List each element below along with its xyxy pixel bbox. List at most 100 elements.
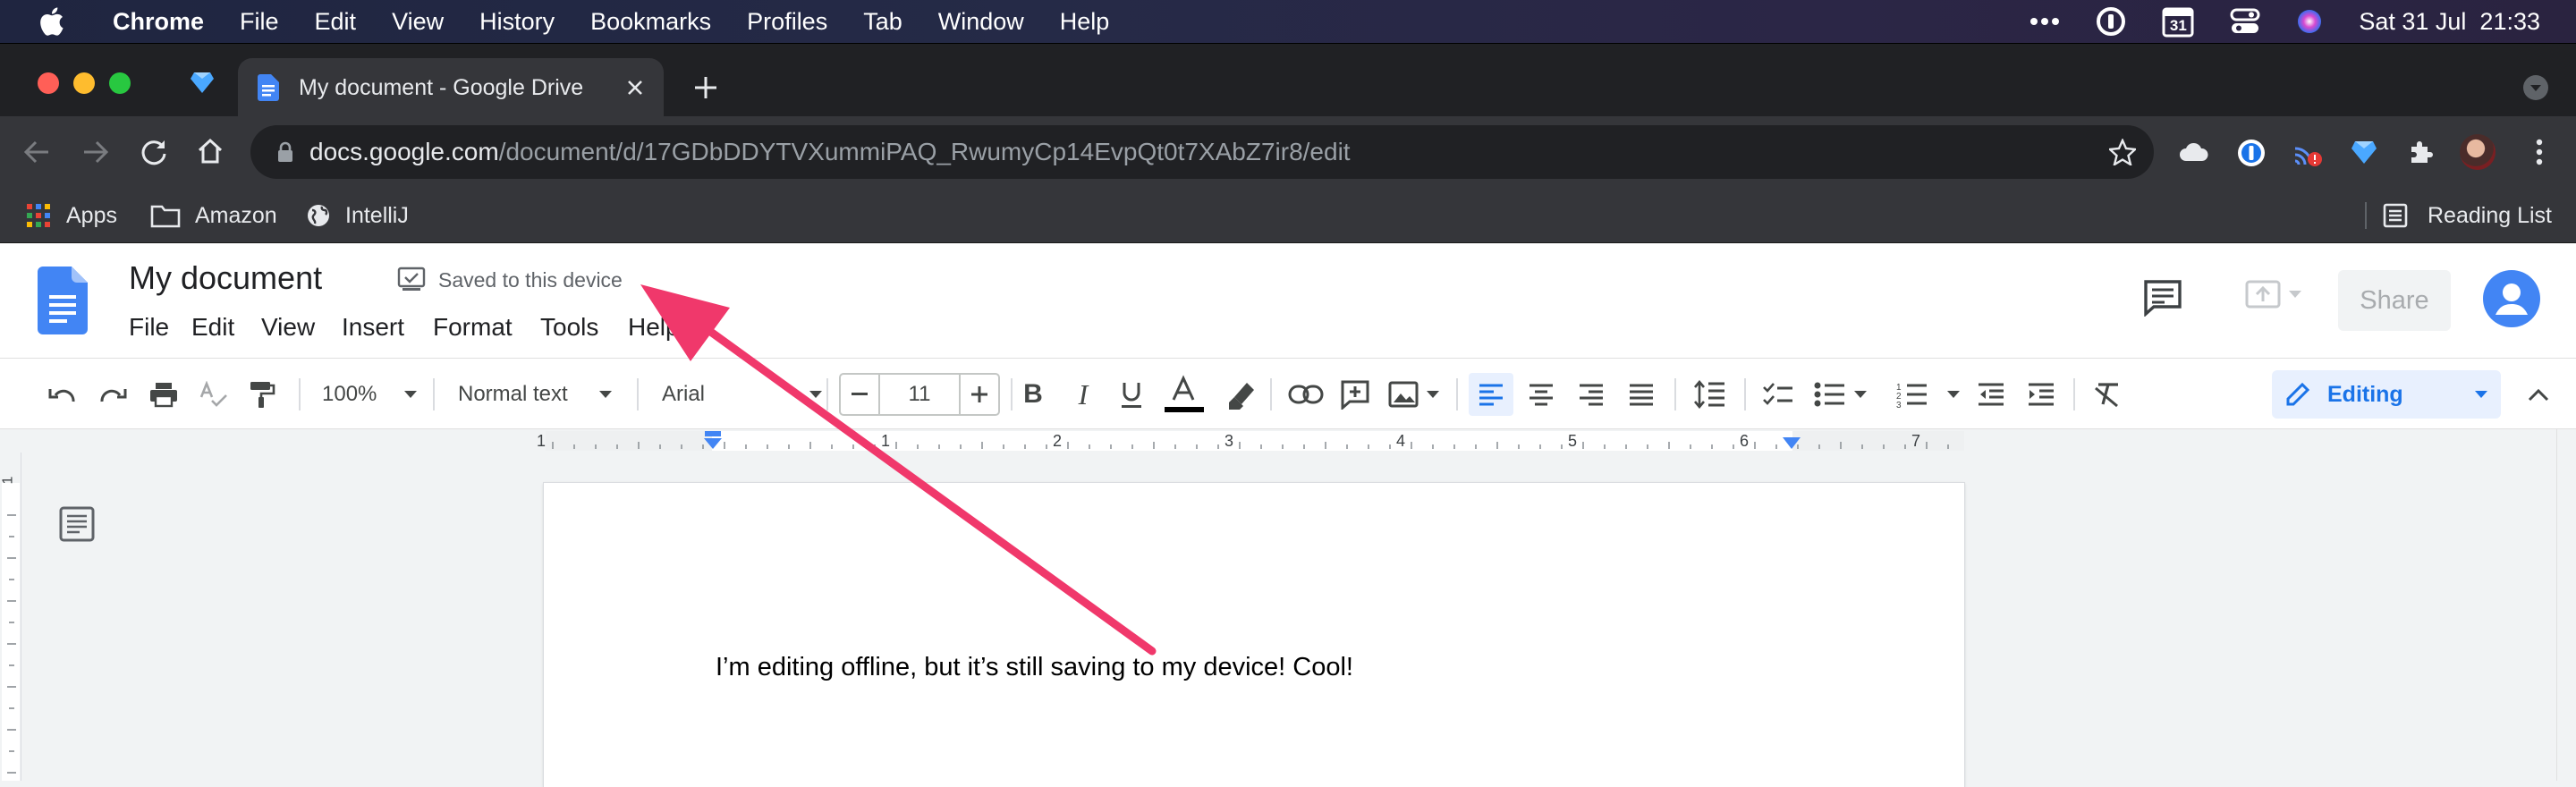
docs-home-logo[interactable] xyxy=(38,267,88,334)
window-close-button[interactable] xyxy=(38,72,59,94)
numbered-list-icon[interactable]: 123 xyxy=(1896,373,1961,416)
menubar-app-name[interactable]: Chrome xyxy=(113,8,204,36)
spellcheck-icon[interactable] xyxy=(199,373,229,416)
menubar-tab[interactable]: Tab xyxy=(863,8,902,36)
back-icon[interactable] xyxy=(23,140,50,165)
toolbar-divider xyxy=(433,378,435,410)
bookmark-intellij[interactable]: IntelliJ xyxy=(306,188,409,243)
document-page[interactable]: I’m editing offline, but it’s still savi… xyxy=(544,483,1964,787)
italic-icon[interactable]: I xyxy=(1070,373,1097,416)
text-color-icon[interactable] xyxy=(1165,373,1204,416)
new-tab-icon[interactable] xyxy=(694,76,717,99)
apple-icon[interactable] xyxy=(38,6,64,37)
font-size-input[interactable]: 11 xyxy=(909,382,931,407)
menubar-help[interactable]: Help xyxy=(1060,8,1110,36)
tab-search-icon[interactable] xyxy=(2522,74,2549,101)
align-right-icon[interactable] xyxy=(1578,373,1605,416)
cloud-extension-icon[interactable] xyxy=(2179,141,2209,163)
pinned-tab-gem-icon[interactable] xyxy=(190,71,215,94)
control-center-icon[interactable] xyxy=(2230,8,2260,35)
docs-menu-format[interactable]: Format xyxy=(433,313,513,342)
active-tab[interactable]: My document - Google Drive xyxy=(238,58,664,117)
reading-list-button[interactable]: Reading List xyxy=(2383,188,2552,243)
left-indent-marker[interactable] xyxy=(703,431,723,451)
bold-icon[interactable]: B xyxy=(1020,373,1046,416)
zoom-value: 100% xyxy=(322,382,377,406)
menubar-file[interactable]: File xyxy=(240,8,279,36)
siri-icon[interactable] xyxy=(2296,8,2323,35)
menubar-view[interactable]: View xyxy=(392,8,444,36)
underline-icon[interactable] xyxy=(1118,373,1145,416)
window-minimize-button[interactable] xyxy=(73,72,95,94)
increase-indent-icon[interactable] xyxy=(2027,373,2055,416)
move-to-drive-button[interactable] xyxy=(2236,270,2311,318)
paint-format-icon[interactable] xyxy=(249,373,275,416)
docs-menu-file[interactable]: File xyxy=(129,313,169,342)
align-left-icon[interactable] xyxy=(1469,373,1513,416)
profile-avatar[interactable] xyxy=(2460,134,2496,170)
checklist-icon[interactable] xyxy=(1762,373,1794,416)
document-body-text[interactable]: I’m editing offline, but it’s still savi… xyxy=(716,653,1353,682)
password-extension-icon[interactable] xyxy=(2236,138,2267,168)
docs-header: My document Saved to this device File Ed… xyxy=(0,243,2576,358)
comments-icon[interactable] xyxy=(2143,279,2182,317)
right-indent-marker[interactable] xyxy=(1782,436,1801,451)
line-spacing-icon[interactable] xyxy=(1694,373,1726,416)
docs-menu-view[interactable]: View xyxy=(261,313,315,342)
menubar-clock[interactable]: Sat 31 Jul 21:33 xyxy=(2359,8,2540,36)
align-justify-icon[interactable] xyxy=(1628,373,1655,416)
menubar-history[interactable]: History xyxy=(479,8,555,36)
menubar-bookmarks[interactable]: Bookmarks xyxy=(590,8,711,36)
forward-icon[interactable] xyxy=(82,140,109,165)
increase-font-size-button[interactable] xyxy=(958,375,998,414)
home-icon[interactable] xyxy=(197,138,224,165)
window-zoom-button[interactable] xyxy=(109,72,131,94)
menubar-profiles[interactable]: Profiles xyxy=(747,8,827,36)
insert-link-icon[interactable] xyxy=(1288,373,1324,416)
tab-close-icon[interactable] xyxy=(626,79,644,97)
bookmark-amazon[interactable]: Amazon xyxy=(150,188,277,243)
bulleted-list-icon[interactable] xyxy=(1814,373,1868,416)
decrease-font-size-button[interactable] xyxy=(841,375,880,414)
docs-menu-help[interactable]: Help xyxy=(628,313,680,342)
gem-extension-icon[interactable] xyxy=(2351,140,2377,165)
highlight-color-icon[interactable] xyxy=(1224,373,1254,416)
print-icon[interactable] xyxy=(148,373,179,416)
bookmark-star-icon[interactable] xyxy=(2109,139,2136,165)
document-outline-icon[interactable] xyxy=(59,506,95,542)
vertical-scrollbar[interactable] xyxy=(2556,429,2576,781)
redo-icon[interactable] xyxy=(98,373,129,416)
menubar-edit[interactable]: Edit xyxy=(315,8,357,36)
vertical-ruler[interactable]: 1 xyxy=(0,453,21,781)
address-bar[interactable]: docs.google.com /document/d/17GDbDDYTVXu… xyxy=(250,125,2154,179)
browser-menu-icon[interactable] xyxy=(2535,138,2544,166)
horizontal-ruler[interactable]: 1 1 2 3 4 5 6 7 xyxy=(0,429,2576,453)
align-center-icon[interactable] xyxy=(1528,373,1555,416)
lock-icon[interactable] xyxy=(277,141,293,163)
font-family-select[interactable]: Arial xyxy=(662,373,823,416)
share-button[interactable]: Share xyxy=(2338,270,2451,331)
insert-image-icon[interactable] xyxy=(1388,373,1440,416)
hide-menus-icon[interactable] xyxy=(2528,373,2549,416)
account-avatar[interactable] xyxy=(2483,270,2540,327)
docs-menu-edit[interactable]: Edit xyxy=(191,313,234,342)
editing-mode-select[interactable]: Editing xyxy=(2272,370,2501,419)
reload-icon[interactable] xyxy=(140,138,168,166)
password-manager-icon[interactable] xyxy=(2096,6,2126,37)
bookmark-apps[interactable]: Apps xyxy=(27,188,117,243)
calendar-icon[interactable]: 31 xyxy=(2162,5,2194,38)
menubar-window[interactable]: Window xyxy=(938,8,1024,36)
more-icon[interactable] xyxy=(2029,17,2060,26)
zoom-select[interactable]: 100% xyxy=(322,373,420,416)
undo-icon[interactable] xyxy=(47,373,77,416)
docs-menu-tools[interactable]: Tools xyxy=(540,313,598,342)
insert-comment-icon[interactable] xyxy=(1340,373,1370,416)
paragraph-style-select[interactable]: Normal text xyxy=(458,373,619,416)
document-title[interactable]: My document xyxy=(129,259,322,297)
decrease-indent-icon[interactable] xyxy=(1977,373,2005,416)
clear-formatting-icon[interactable] xyxy=(2093,373,2122,416)
extensions-puzzle-icon[interactable] xyxy=(2406,138,2435,166)
save-status[interactable]: Saved to this device xyxy=(438,268,623,292)
docs-menu-insert[interactable]: Insert xyxy=(342,313,404,342)
cast-extension-icon[interactable] xyxy=(2292,136,2324,168)
